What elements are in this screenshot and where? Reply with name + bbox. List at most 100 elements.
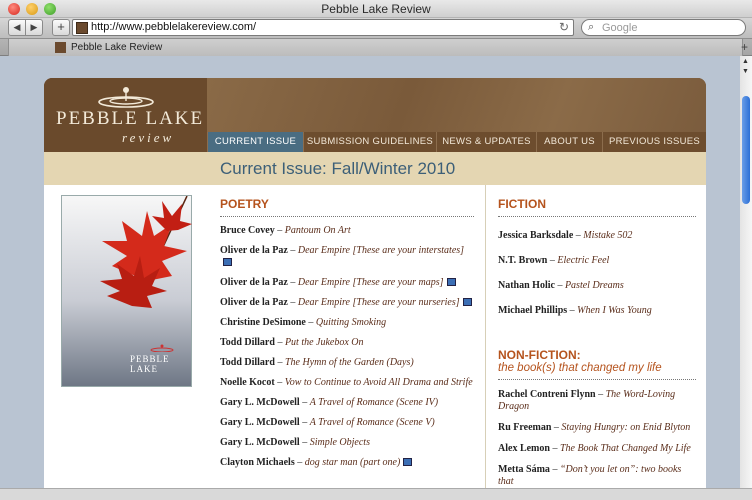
nav-submission-guidelines[interactable]: SUBMISSION GUIDELINES bbox=[303, 132, 436, 152]
site-header: PEBBLE LAKE review CURRENT ISSUE SUBMISS… bbox=[44, 78, 706, 152]
audio-speaker-icon[interactable] bbox=[223, 258, 232, 266]
separator: – bbox=[567, 305, 578, 316]
poetry-list: Bruce Covey – Pantoum On Art Oliver de la… bbox=[220, 225, 474, 469]
separator: – bbox=[554, 280, 565, 291]
ripple-logo-icon bbox=[98, 87, 154, 108]
nonfiction-subheading: the book(s) that changed my life bbox=[498, 362, 696, 380]
author-name: Todd Dillard bbox=[220, 337, 275, 348]
work-title-link[interactable]: The Hymn of the Garden (Days) bbox=[285, 357, 414, 368]
poetry-entry: Todd Dillard – The Hymn of the Garden (D… bbox=[220, 357, 474, 369]
back-arrow-icon: ◀ bbox=[13, 22, 21, 32]
author-name: Oliver de la Paz bbox=[220, 297, 288, 308]
work-title-link[interactable]: Pastel Dreams bbox=[565, 280, 624, 291]
nav-news-updates[interactable]: NEWS & UPDATES bbox=[436, 132, 536, 152]
search-placeholder: Google bbox=[602, 22, 638, 34]
audio-speaker-icon[interactable] bbox=[446, 278, 456, 286]
author-name: Michael Phillips bbox=[498, 305, 568, 316]
issue-title: Current Issue: Fall/Winter 2010 bbox=[220, 159, 456, 178]
issue-cover-image[interactable]: PEBBLE LAKE bbox=[61, 195, 192, 387]
back-button[interactable]: ◀ bbox=[8, 19, 26, 36]
nonfiction-entry: Ru Freeman – Staying Hungry: on Enid Bly… bbox=[498, 422, 696, 434]
site-nav: CURRENT ISSUE SUBMISSION GUIDELINES NEWS… bbox=[207, 132, 706, 152]
column-divider bbox=[485, 185, 486, 488]
author-name: Todd Dillard bbox=[220, 357, 275, 368]
cover-title: PEBBLE LAKE bbox=[130, 354, 170, 374]
vertical-scrollbar[interactable]: ▲ ▼ bbox=[740, 56, 752, 488]
author-name: Rachel Contreni Flynn bbox=[498, 389, 596, 400]
work-title-link[interactable]: Dear Empire bbox=[298, 245, 350, 256]
work-title-link[interactable]: Quitting Smoking bbox=[316, 317, 386, 328]
address-bar[interactable]: http://www.pebblelakereview.com/ ↻ bbox=[72, 19, 574, 36]
separator: – bbox=[549, 464, 560, 475]
separator: – bbox=[287, 297, 298, 308]
fiction-entry: Nathan Holic – Pastel Dreams bbox=[498, 280, 696, 292]
nav-current-issue[interactable]: CURRENT ISSUE bbox=[207, 132, 303, 152]
cover-logo-icon bbox=[150, 344, 174, 352]
author-name: Oliver de la Paz bbox=[220, 245, 288, 256]
work-title-link[interactable]: Dear Empire bbox=[298, 277, 350, 288]
url-text[interactable]: http://www.pebblelakereview.com/ bbox=[91, 21, 256, 33]
poetry-entry: Todd Dillard – Put the Jukebox On bbox=[220, 337, 474, 349]
author-name: Alex Lemon bbox=[498, 443, 550, 454]
work-title-link[interactable]: A Travel of Romance (Scene IV) bbox=[310, 397, 438, 408]
logo-title: PEBBLE LAKE bbox=[56, 108, 205, 129]
poetry-entry: Bruce Covey – Pantoum On Art bbox=[220, 225, 474, 237]
author-name: Jessica Barksdale bbox=[498, 230, 574, 241]
nav-about-us[interactable]: ABOUT US bbox=[536, 132, 602, 152]
site-favicon-icon bbox=[76, 22, 88, 34]
work-note: [These are your nurseries] bbox=[349, 297, 460, 308]
maple-leaf-icon bbox=[100, 196, 192, 308]
page-viewport: PEBBLE LAKE review CURRENT ISSUE SUBMISS… bbox=[0, 56, 740, 488]
scrollbar-thumb[interactable] bbox=[742, 96, 750, 204]
browser-toolbar: ◀ ▶ + http://www.pebblelakereview.com/ ↻… bbox=[0, 18, 752, 38]
author-name: Nathan Holic bbox=[498, 280, 555, 291]
work-title-link[interactable]: Vow to Continue to Avoid All Drama and S… bbox=[285, 377, 473, 388]
nonfiction-entry: Metta Sáma – “Don’t you let on”: two boo… bbox=[498, 464, 696, 488]
nav-previous-issues[interactable]: PREVIOUS ISSUES bbox=[602, 132, 706, 152]
search-icon: ⌕ bbox=[588, 21, 595, 33]
separator: – bbox=[299, 417, 310, 428]
separator: – bbox=[274, 337, 285, 348]
author-name: Noelle Kocot bbox=[220, 377, 275, 388]
fiction-section: FICTION Jessica Barksdale – Mistake 502 N… bbox=[498, 185, 696, 488]
work-title-link[interactable]: Pantoum On Art bbox=[285, 225, 351, 236]
reload-icon[interactable]: ↻ bbox=[559, 20, 569, 34]
author-name: Gary L. McDowell bbox=[220, 417, 300, 428]
window-title: Pebble Lake Review bbox=[321, 2, 431, 16]
work-title-link[interactable]: A Travel of Romance (Scene V) bbox=[310, 417, 435, 428]
add-bookmark-button[interactable]: + bbox=[52, 19, 70, 36]
separator: – bbox=[299, 437, 310, 448]
work-title-link[interactable]: The Book That Changed My Life bbox=[560, 443, 691, 454]
separator: – bbox=[287, 245, 298, 256]
scroll-up-arrow-icon[interactable]: ▲ bbox=[742, 58, 749, 65]
poetry-entry: Oliver de la Paz – Dear Empire [These ar… bbox=[220, 297, 474, 309]
work-title-link[interactable]: Mistake 502 bbox=[583, 230, 632, 241]
nonfiction-heading: NON-FICTION: bbox=[498, 348, 581, 362]
work-title-link[interactable]: When I Was Young bbox=[577, 305, 652, 316]
work-note: [These are your maps] bbox=[349, 277, 444, 288]
poetry-section: POETRY Bruce Covey – Pantoum On Art Olive… bbox=[220, 185, 474, 469]
search-field[interactable]: ⌕ Google bbox=[581, 19, 746, 36]
site-logo[interactable]: PEBBLE LAKE review bbox=[44, 78, 207, 152]
work-title-link[interactable]: Staying Hungry: on Enid Blyton bbox=[561, 422, 690, 433]
scroll-down-arrow-icon[interactable]: ▼ bbox=[742, 68, 749, 75]
work-title-link[interactable]: Put the Jukebox On bbox=[285, 337, 364, 348]
audio-speaker-icon[interactable] bbox=[462, 298, 472, 306]
separator: – bbox=[547, 255, 558, 266]
work-title-link[interactable]: Dear Empire bbox=[298, 297, 350, 308]
nonfiction-entry: Alex Lemon – The Book That Changed My Li… bbox=[498, 443, 696, 455]
issue-band: Current Issue: Fall/Winter 2010 bbox=[44, 152, 706, 185]
work-note: [These are your interstates] bbox=[349, 245, 465, 256]
work-title-link[interactable]: dog star man (part one) bbox=[305, 457, 401, 468]
forward-button[interactable]: ▶ bbox=[25, 19, 43, 36]
author-name: Gary L. McDowell bbox=[220, 437, 300, 448]
tab-pebble-lake-review[interactable]: Pebble Lake Review bbox=[8, 39, 743, 56]
author-name: N.T. Brown bbox=[498, 255, 548, 266]
separator: – bbox=[294, 457, 305, 468]
work-title-link[interactable]: Simple Objects bbox=[310, 437, 370, 448]
work-title-link[interactable]: Electric Feel bbox=[557, 255, 609, 266]
new-tab-icon[interactable]: + bbox=[741, 40, 748, 54]
author-name: Clayton Michaels bbox=[220, 457, 295, 468]
audio-speaker-icon[interactable] bbox=[403, 458, 413, 466]
separator: – bbox=[305, 317, 316, 328]
